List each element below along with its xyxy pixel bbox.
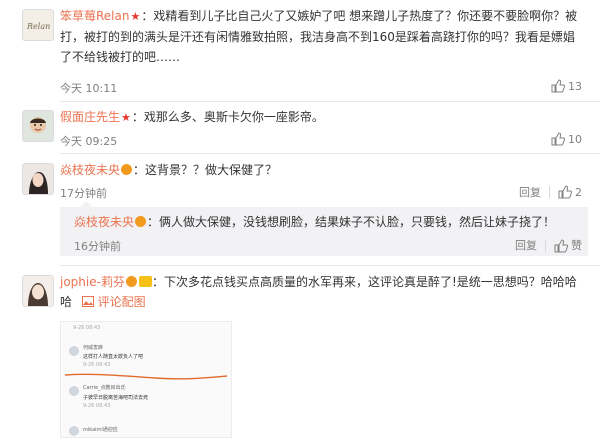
comment-text-block: jophie-莉芬 ：下次多花点钱买点高质量的水军再来，这评论真是醉了!是统一思想… — [60, 272, 586, 312]
username-link[interactable]: 焱枝夜未央 — [60, 163, 120, 177]
like-count: 10 — [568, 132, 582, 146]
shot-avatar — [69, 426, 79, 436]
sub-reply-actions: 回复 赞 — [515, 237, 582, 253]
comment-text-block: 假面庄先生★：戏那么多、奥斯卡欠你一座影帝。 — [60, 107, 586, 128]
comment-time: 17分钟前 — [60, 187, 107, 200]
avatar[interactable] — [22, 110, 54, 142]
comment-divider — [60, 265, 600, 266]
like-count: 13 — [568, 79, 582, 93]
action-separator — [549, 186, 550, 198]
shot-line: mikaimi通迎应 — [83, 427, 118, 433]
like-button[interactable]: 赞 — [554, 239, 582, 253]
username-link[interactable]: jophie-莉芬 — [60, 275, 125, 289]
reply-arrow — [80, 201, 92, 207]
like-button[interactable]: 10 — [551, 132, 582, 146]
shot-line: 子彼早日脱离苦海吧司法去死 — [83, 395, 149, 401]
thumbs-up-icon — [551, 132, 565, 146]
comment-actions: 13 — [551, 79, 582, 93]
shot-avatar — [69, 386, 79, 396]
star-badge-icon: ★ — [121, 111, 131, 124]
verified-badge-icon — [121, 164, 133, 175]
pic-link-label: 评论配图 — [97, 295, 146, 309]
comment-time: 今天 10:11 — [60, 82, 118, 95]
sub-reply-text: ：俩人做大保健，没钱想刷脸，结果妹子不认脸，只要钱，然后让妹子挠了！ — [147, 215, 556, 229]
comment-text: ：戏那么多、奥斯卡欠你一座影帝。 — [131, 110, 324, 124]
verified-badge-icon — [135, 216, 147, 227]
vip-badge-icon — [138, 276, 152, 287]
avatar-image — [23, 276, 53, 306]
username-link[interactable]: 假面庄先生 — [60, 110, 120, 124]
comment-actions: 回复 2 — [519, 184, 582, 200]
thumbs-up-icon — [554, 239, 568, 253]
like-count: 2 — [575, 185, 582, 199]
like-label: 赞 — [571, 239, 582, 252]
comment-screenshot[interactable]: 9-26 08:43 何威衷麻 这样打人随直太欺负人了吧 9-26 08:43 … — [60, 321, 232, 438]
comment-actions: 10 — [551, 132, 582, 146]
action-separator — [545, 240, 546, 252]
comment-time: 今天 09:25 — [60, 135, 118, 148]
avatar[interactable]: Relan — [22, 9, 54, 41]
comment-divider — [60, 101, 600, 102]
image-icon — [81, 296, 94, 307]
shot-line: 9-26 08:43 — [83, 403, 111, 409]
svg-text:Relan: Relan — [26, 22, 50, 31]
comment-text-block: 焱枝夜未央 ：这背景？？做大保健了？ — [60, 160, 586, 180]
like-button[interactable]: 13 — [551, 79, 582, 93]
sub-reply: 焱枝夜未央 ：俩人做大保健，没钱想刷脸，结果妹子不认脸，只要钱，然后让妹子挠了！ … — [60, 201, 588, 256]
shot-avatar — [69, 346, 79, 356]
comment-text-block: 笨草莓Relan★：戏精看到儿子比自己火了又嫉妒了吧 想来蹭儿子热度了？你还要不… — [60, 6, 586, 67]
avatar[interactable] — [22, 275, 54, 307]
sub-reply-text-block: 焱枝夜未央 ：俩人做大保健，没钱想刷脸，结果妹子不认脸，只要钱，然后让妹子挠了！ — [74, 213, 580, 231]
avatar-image — [23, 111, 53, 141]
avatar-image: Relan — [23, 10, 53, 40]
star-badge-icon: ★ — [130, 10, 141, 23]
comment-image-link[interactable]: 评论配图 — [81, 295, 146, 309]
comment-text: ：这背景？？做大保健了？ — [133, 163, 278, 177]
shot-line: 9-26 08:43 — [83, 362, 111, 368]
like-button[interactable]: 2 — [558, 185, 582, 199]
scribble-line — [64, 373, 228, 380]
reply-button[interactable]: 回复 — [519, 184, 541, 200]
avatar-image — [23, 164, 53, 194]
reply-button[interactable]: 回复 — [515, 239, 537, 252]
shot-line: 9-26 08:43 — [73, 325, 101, 331]
shot-line: 何威衷麻 — [83, 345, 104, 351]
verified-badge-icon — [125, 276, 137, 287]
comment-divider — [60, 153, 600, 154]
username-link[interactable]: 焱枝夜未央 — [74, 215, 134, 229]
thumbs-up-icon — [558, 185, 572, 199]
shot-line: Carrie_点教目出氏 — [83, 385, 126, 391]
username-link[interactable]: 笨草莓Relan — [60, 9, 129, 23]
shot-line: 这样打人随直太欺负人了吧 — [83, 354, 144, 360]
sub-reply-time: 16分钟前 — [74, 240, 121, 253]
avatar[interactable] — [22, 163, 54, 195]
thumbs-up-icon — [551, 79, 565, 93]
